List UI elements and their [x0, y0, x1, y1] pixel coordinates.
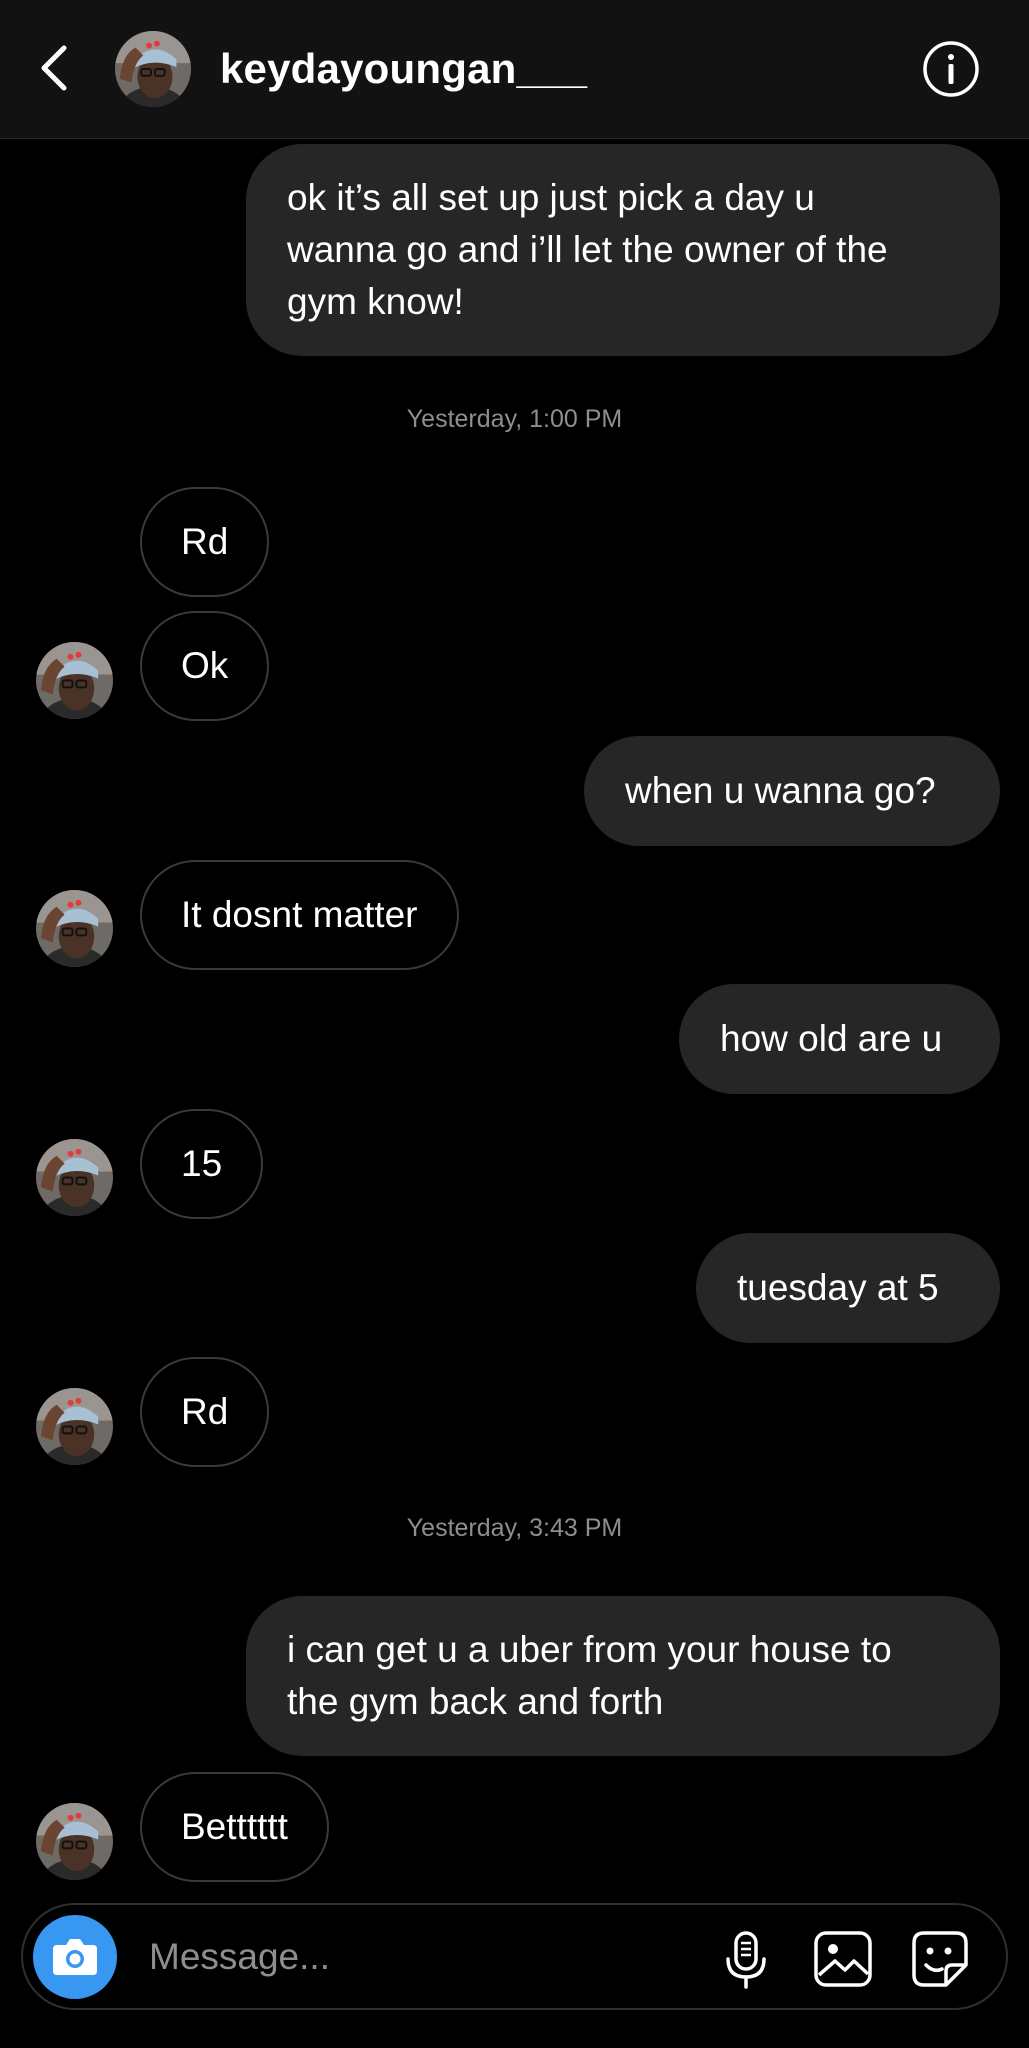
gallery-button[interactable]	[811, 1927, 875, 1991]
incoming-message[interactable]: Ok	[140, 611, 270, 721]
timestamp: Yesterday, 1:00 PM	[406, 405, 623, 433]
microphone-icon	[726, 1931, 766, 1989]
message-text: Ok	[181, 645, 229, 686]
incoming-message[interactable]: Betttttt	[140, 1772, 329, 1882]
chat-username[interactable]: keydayoungan___	[220, 44, 587, 94]
camera-button[interactable]	[33, 1915, 117, 1999]
outgoing-message[interactable]: ok it’s all set up just pick a day u wan…	[246, 144, 1000, 356]
sender-avatar[interactable]	[35, 1387, 114, 1466]
back-button[interactable]	[36, 40, 72, 96]
outgoing-message[interactable]: when u wanna go?	[584, 736, 1000, 846]
profile-avatar[interactable]	[114, 30, 192, 108]
outgoing-message[interactable]: i can get u a uber from your house to th…	[246, 1596, 1000, 1756]
message-text-line: ok it’s all set up just pick a day u	[287, 177, 815, 218]
outgoing-message[interactable]: tuesday at 5	[696, 1233, 1000, 1343]
message-text: when u wanna go?	[625, 770, 936, 811]
sticker-button[interactable]	[908, 1927, 972, 1991]
message-text: how old are u	[720, 1018, 943, 1059]
conversation-info-button[interactable]	[922, 40, 980, 98]
message-text-line: the gym back and forth	[287, 1681, 664, 1722]
message-text-line: gym know!	[287, 281, 464, 322]
message-text-line: i can get u a uber from your house to	[287, 1629, 892, 1670]
message-text: Rd	[181, 521, 229, 562]
message-text: Rd	[181, 1391, 229, 1432]
sender-avatar[interactable]	[35, 641, 114, 720]
outgoing-message[interactable]: how old are u	[679, 984, 1000, 1094]
message-text: It dosnt matter	[181, 894, 418, 935]
message-composer	[21, 1903, 1008, 2010]
camera-icon	[53, 1939, 97, 1975]
chat-header: keydayoungan___	[0, 0, 1029, 139]
sender-avatar[interactable]	[35, 1138, 114, 1217]
message-text: tuesday at 5	[737, 1267, 939, 1308]
chevron-left-icon	[41, 45, 67, 91]
info-icon	[923, 41, 979, 97]
incoming-message[interactable]: 15	[140, 1109, 264, 1219]
message-text-line: wanna go and i’ll let the owner of the	[287, 229, 888, 270]
voice-message-button[interactable]	[714, 1927, 778, 1991]
message-text: 15	[181, 1143, 223, 1184]
sender-avatar[interactable]	[35, 1802, 114, 1881]
message-text: Betttttt	[181, 1806, 288, 1847]
sender-avatar[interactable]	[35, 889, 114, 968]
incoming-message[interactable]: Rd	[140, 1357, 270, 1467]
sticker-icon	[912, 1931, 968, 1987]
message-thread[interactable]: ok it’s all set up just pick a day u wan…	[0, 139, 1029, 1899]
gallery-icon	[814, 1931, 872, 1987]
incoming-message[interactable]: Rd	[140, 487, 270, 597]
timestamp: Yesterday, 3:43 PM	[406, 1514, 623, 1542]
incoming-message[interactable]: It dosnt matter	[140, 860, 459, 970]
message-input[interactable]	[149, 1929, 709, 1985]
